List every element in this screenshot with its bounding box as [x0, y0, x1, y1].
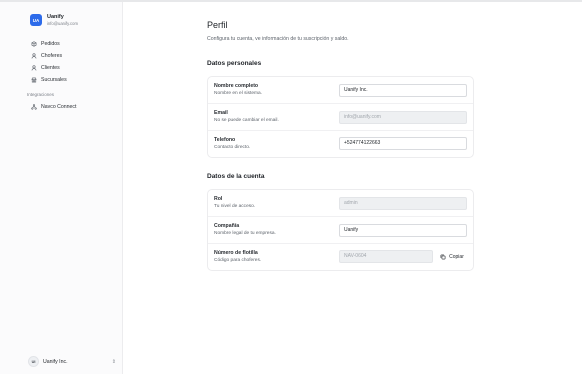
brand: UA Uanify info@uanify.com	[30, 14, 78, 26]
sidebar-item-sucursales[interactable]: Sucursales	[31, 74, 117, 86]
sidebar-item-label: Pedidos	[41, 41, 60, 47]
sidebar-item-navco-connect[interactable]: Navco Connect	[31, 101, 117, 113]
field-label: Email	[214, 110, 228, 116]
brand-logo: UA	[30, 14, 42, 26]
page-title: Perfil	[207, 20, 228, 30]
avatar: UI	[28, 356, 39, 367]
form-row-company: Compañía Nombre legal de tu empresa. Uan…	[208, 217, 473, 244]
form-row-fleet: Número de flotilla Código para choferes.…	[208, 244, 473, 270]
fleet-number-field: NAV-0604	[339, 250, 433, 263]
user-icon	[31, 53, 37, 59]
email-field: info@uanify.com	[339, 111, 467, 124]
field-description: Nombre en el sistema.	[214, 91, 262, 96]
brand-email: info@uanify.com	[47, 21, 78, 26]
sidebar-item-clientes[interactable]: Clientes	[31, 62, 117, 74]
copy-icon	[440, 254, 446, 259]
sidebar: UA Uanify info@uanify.com Pedidos Chofer…	[0, 2, 123, 374]
personal-section-title: Datos personales	[207, 60, 262, 67]
copy-button-label: Copiar	[449, 253, 464, 260]
personal-card: Nombre completo Nombre en el sistema. Ua…	[207, 76, 474, 158]
company-field[interactable]: Uanify	[339, 224, 467, 237]
field-label: Compañía	[214, 223, 240, 229]
form-row-email: Email No se puede cambiar el email. info…	[208, 104, 473, 131]
sidebar-item-pedidos[interactable]: Pedidos	[31, 38, 117, 50]
field-description: Código para choferes.	[214, 258, 262, 263]
account-switcher[interactable]: UI Uanify Inc. ⇕	[28, 356, 116, 367]
page-subtitle: Configura tu cuenta, ve información de t…	[207, 36, 349, 42]
integrations-nav: Navco Connect	[31, 101, 117, 113]
integrations-section-label: Integraciones	[27, 92, 55, 97]
role-field: admin	[339, 197, 467, 210]
sidebar-item-label: Navco Connect	[41, 104, 77, 110]
account-section-title: Datos de la cuenta	[207, 173, 265, 180]
field-description: Tu nivel de acceso.	[214, 204, 256, 209]
sidebar-item-label: Clientes	[41, 65, 60, 71]
account-name: Uanify Inc.	[43, 358, 68, 365]
chevron-up-down-icon: ⇕	[111, 358, 116, 365]
sidebar-item-choferes[interactable]: Choferes	[31, 50, 117, 62]
form-row-name: Nombre completo Nombre en el sistema. Ua…	[208, 77, 473, 104]
field-label: Número de flotilla	[214, 250, 258, 256]
brand-name: Uanify	[47, 14, 64, 20]
field-description: Contacto directo.	[214, 145, 251, 150]
main-content: Perfil Configura tu cuenta, ve informaci…	[123, 2, 582, 374]
sidebar-item-label: Sucursales	[41, 77, 67, 83]
form-row-phone: Telefono Contacto directo. +524774122663	[208, 131, 473, 157]
name-field[interactable]: Uanify Inc.	[339, 84, 467, 97]
user-icon	[31, 65, 37, 71]
store-icon	[31, 77, 37, 83]
phone-field[interactable]: +524774122663	[339, 137, 467, 150]
field-description: Nombre legal de tu empresa.	[214, 231, 276, 236]
sidebar-nav: Pedidos Choferes Clientes Sucursales	[31, 38, 117, 86]
field-description: No se puede cambiar el email.	[214, 118, 279, 123]
field-label: Nombre completo	[214, 83, 259, 89]
network-icon	[31, 104, 37, 110]
sidebar-item-label: Choferes	[41, 53, 63, 59]
field-label: Telefono	[214, 137, 236, 143]
account-card: Rol Tu nivel de acceso. admin Compañía N…	[207, 189, 474, 271]
copy-button[interactable]: Copiar	[437, 250, 467, 263]
field-label: Rol	[214, 196, 223, 202]
box-icon	[31, 41, 37, 47]
form-row-role: Rol Tu nivel de acceso. admin	[208, 190, 473, 217]
